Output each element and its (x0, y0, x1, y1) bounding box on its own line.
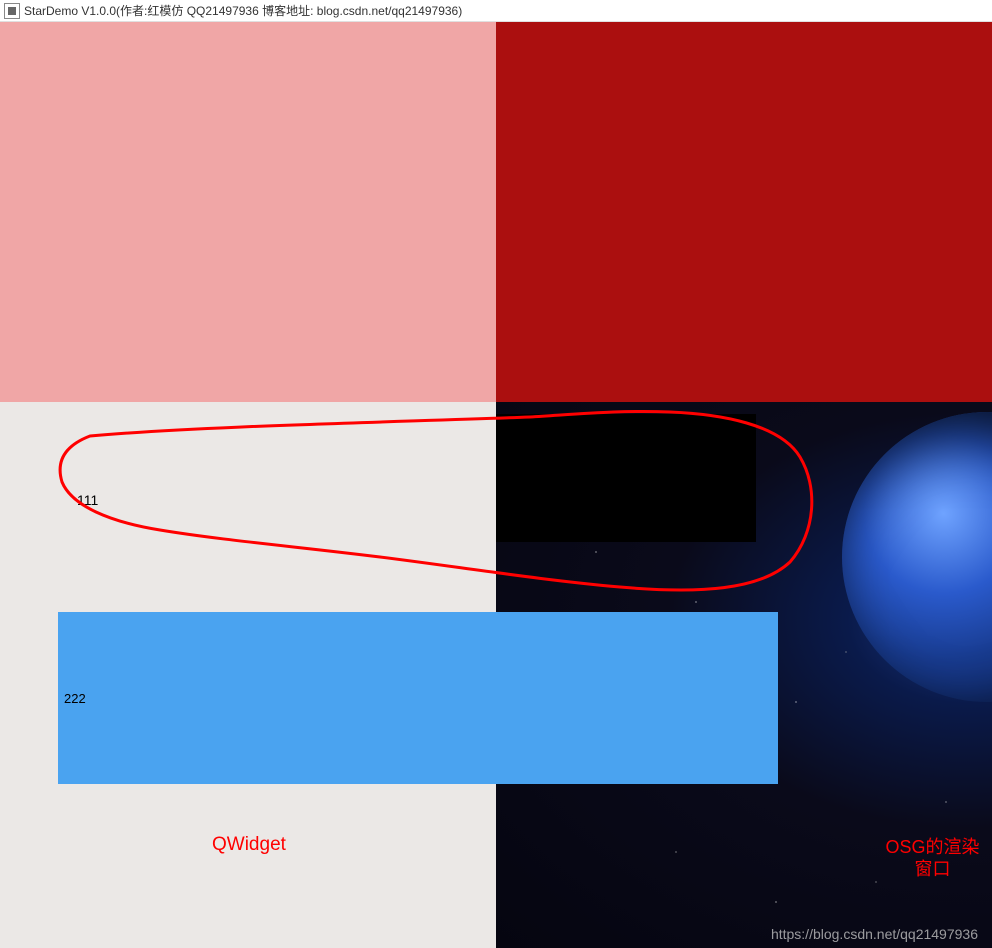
label-222: 222 (58, 691, 86, 706)
titlebar: StarDemo V1.0.0(作者:红模仿 QQ21497936 博客地址: … (0, 0, 992, 22)
content-area: 111 222 QWidget OSG的渲染窗口 https://blog.cs… (0, 22, 992, 948)
annotation-qwidget-label: QWidget (212, 834, 286, 856)
watermark: https://blog.csdn.net/qq21497936 (771, 926, 978, 942)
label-111: 111 (77, 492, 98, 508)
window-title: StarDemo V1.0.0(作者:红模仿 QQ21497936 博客地址: … (24, 2, 462, 19)
blue-widget-rect: 222 (58, 612, 778, 784)
annotation-osg-label: OSG的渲染窗口 (880, 836, 985, 880)
panel-top-left (0, 22, 496, 402)
app-icon (4, 3, 20, 19)
panel-top-right (496, 22, 992, 402)
black-overlay-rect (496, 414, 756, 542)
